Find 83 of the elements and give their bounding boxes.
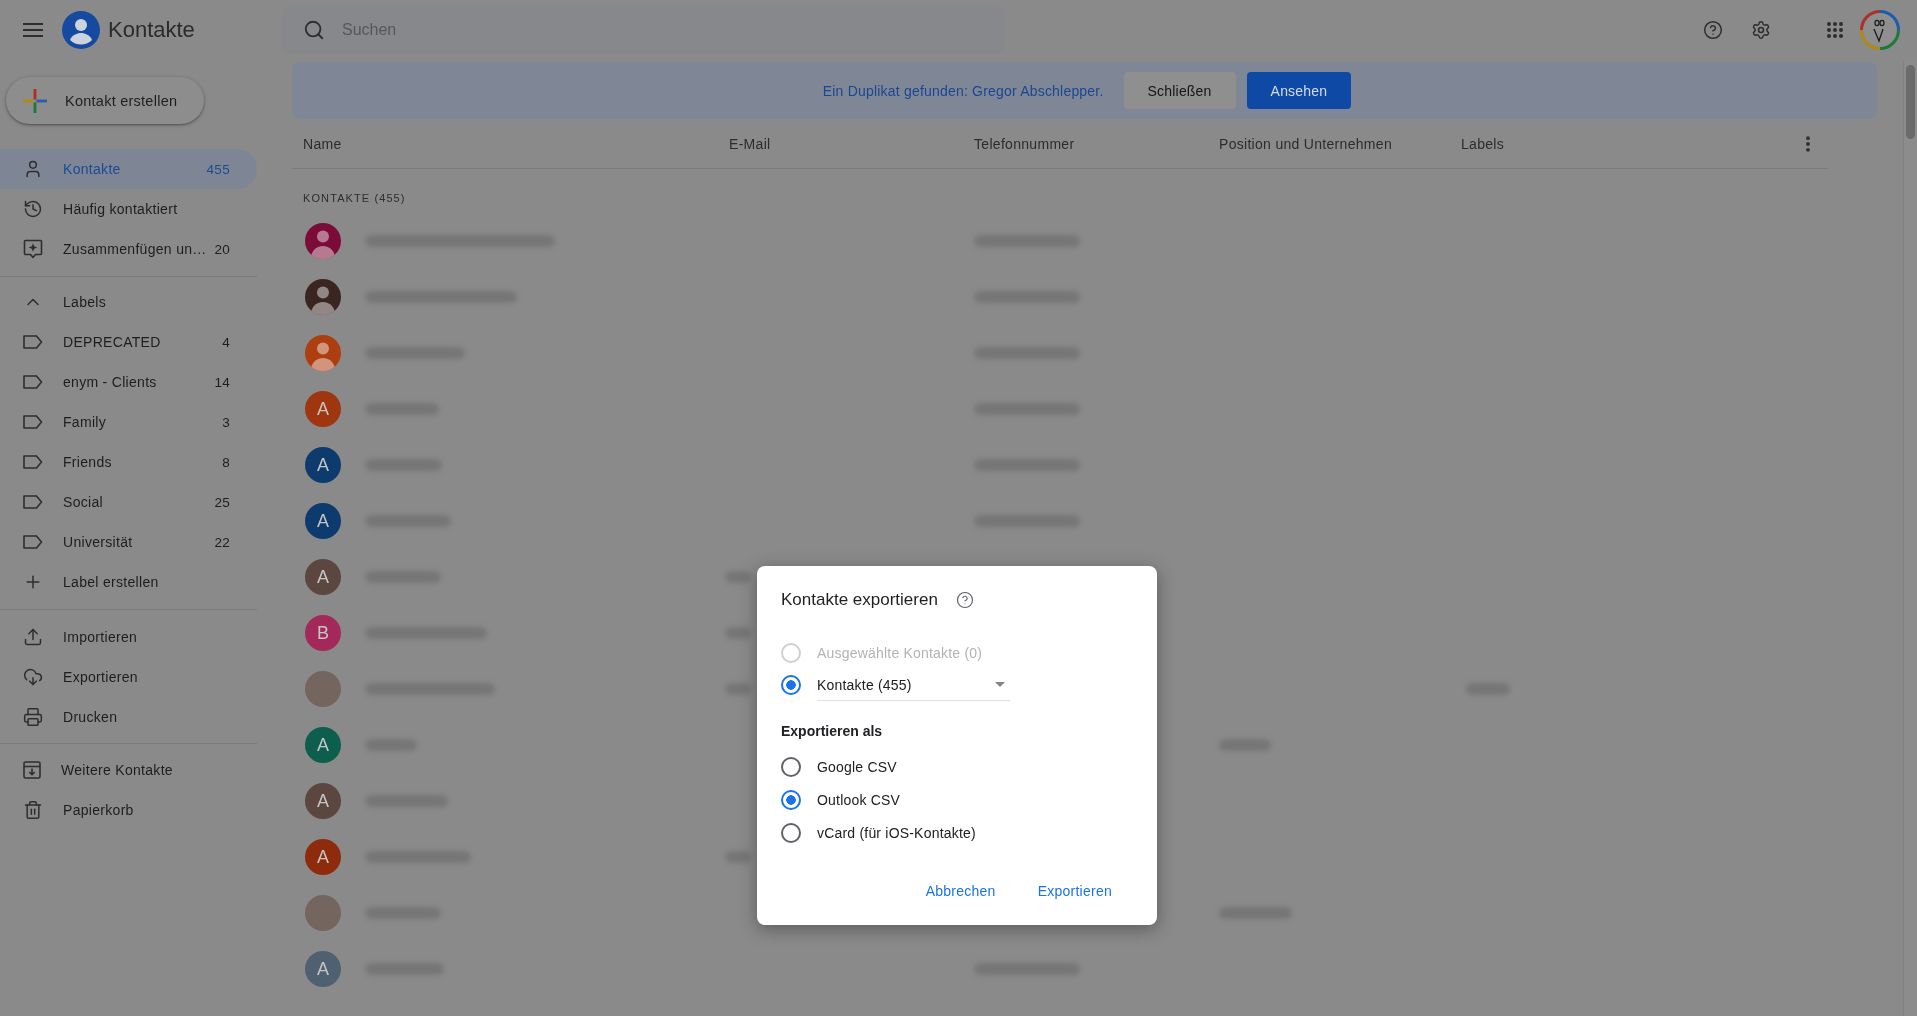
labels-section-toggle[interactable]: Labels: [0, 282, 257, 322]
view-button[interactable]: Ansehen: [1246, 72, 1352, 109]
section-title: KONTAKTE (455): [303, 192, 406, 205]
section-heading: Exportieren als: [781, 722, 883, 741]
column-header: Telefonnummer: [974, 135, 1075, 152]
label-item[interactable]: Universität 22: [0, 522, 257, 562]
trash-icon: [23, 800, 43, 820]
label-tag-icon: [23, 375, 43, 389]
create-label-button[interactable]: Label erstellen: [0, 562, 257, 602]
caret-down-icon: [995, 682, 1005, 687]
app-title: Kontakte: [108, 17, 195, 43]
label-tag-icon: [23, 495, 43, 509]
menu-icon[interactable]: [23, 23, 43, 37]
contact-avatar: A: [305, 727, 341, 763]
label-item[interactable]: Family 3: [0, 402, 257, 442]
upload-icon: [23, 627, 43, 647]
radio-button[interactable]: [781, 675, 801, 695]
column-header: E-Mail: [729, 135, 771, 152]
label-item[interactable]: enym - Clients 14: [0, 362, 257, 402]
download-box-icon: [23, 761, 41, 779]
item-count: 4: [222, 334, 230, 350]
search-icon: [303, 18, 325, 41]
sidebar-item[interactable]: Papierkorb: [0, 790, 257, 830]
sidebar-item[interactable]: Exportieren: [0, 657, 257, 697]
contact-avatar: A: [305, 391, 341, 427]
create-contact-button[interactable]: Kontakt erstellen: [6, 77, 204, 124]
item-count: 22: [214, 534, 230, 550]
item-count: 3: [222, 414, 230, 430]
item-count: 20: [214, 241, 230, 257]
settings-icon[interactable]: [1751, 20, 1771, 40]
duplicate-notice-text: Ein Duplikat gefunden: Gregor Abschlepper.: [822, 82, 1104, 99]
contact-avatar: B: [305, 615, 341, 651]
label-tag-icon: [23, 455, 43, 469]
item-count: 455: [206, 161, 230, 177]
sidebar-item[interactable]: Weitere Kontakte: [0, 750, 257, 790]
radio-button[interactable]: [781, 822, 801, 843]
column-header: Name: [303, 135, 342, 152]
label-tag-icon: [23, 535, 43, 549]
item-count: 25: [214, 494, 230, 510]
cloud-download-icon: [23, 667, 43, 687]
label-item[interactable]: DEPRECATED 4: [0, 322, 257, 362]
person-logo-icon: [62, 11, 100, 49]
option-label: Outlook CSV: [817, 791, 901, 808]
apps-grid-icon[interactable]: [1827, 22, 1843, 38]
label-tag-icon: [23, 335, 43, 349]
radio-button[interactable]: [781, 789, 801, 810]
export-button[interactable]: Exportieren: [1029, 873, 1120, 909]
photo-placeholder: [305, 671, 341, 707]
sparkle-box-icon: [23, 239, 43, 259]
sidebar-item[interactable]: Zusammenfügen un… 20: [0, 229, 257, 269]
person-icon: [23, 159, 43, 179]
contact-avatar: A: [305, 839, 341, 875]
contact-avatar: A: [305, 447, 341, 483]
option-label: Ausgewählte Kontakte (0): [817, 645, 983, 661]
contact-avatar: A: [305, 559, 341, 595]
scope-dropdown[interactable]: Kontakte (455): [817, 669, 1010, 701]
doodle-avatar-icon[interactable]: [1860, 10, 1900, 50]
cancel-button[interactable]: Abbrechen: [917, 873, 1004, 909]
item-count: 8: [222, 454, 230, 470]
option-label: vCard (für iOS-Kontakte): [817, 824, 976, 841]
help-icon[interactable]: [955, 591, 974, 609]
label-item[interactable]: Social 25: [0, 482, 257, 522]
column-header: Position und Unternehmen: [1219, 135, 1392, 152]
help-icon[interactable]: [1703, 20, 1723, 40]
item-count: 14: [214, 374, 230, 390]
option-label: Google CSV: [817, 758, 897, 775]
history-icon: [23, 199, 43, 219]
sidebar-item[interactable]: Drucken: [0, 697, 257, 737]
printer-icon: [23, 707, 43, 727]
column-header: Labels: [1461, 135, 1505, 152]
sidebar-item[interactable]: Importieren: [0, 617, 257, 657]
contact-avatar: A: [305, 783, 341, 819]
label-item[interactable]: Friends 8: [0, 442, 257, 482]
photo-placeholder: [305, 895, 341, 931]
multicolor-plus-icon: [23, 88, 47, 113]
contact-avatar: A: [305, 951, 341, 987]
contact-avatar: A: [305, 503, 341, 539]
radio-button[interactable]: [781, 756, 801, 777]
label-tag-icon: [23, 415, 43, 429]
close-button[interactable]: Schließen: [1123, 72, 1236, 109]
dialog-title: Kontakte exportieren: [781, 590, 938, 610]
scrollbar-thumb[interactable]: [1906, 65, 1915, 139]
sidebar-item[interactable]: Häufig kontaktiert: [0, 189, 257, 229]
